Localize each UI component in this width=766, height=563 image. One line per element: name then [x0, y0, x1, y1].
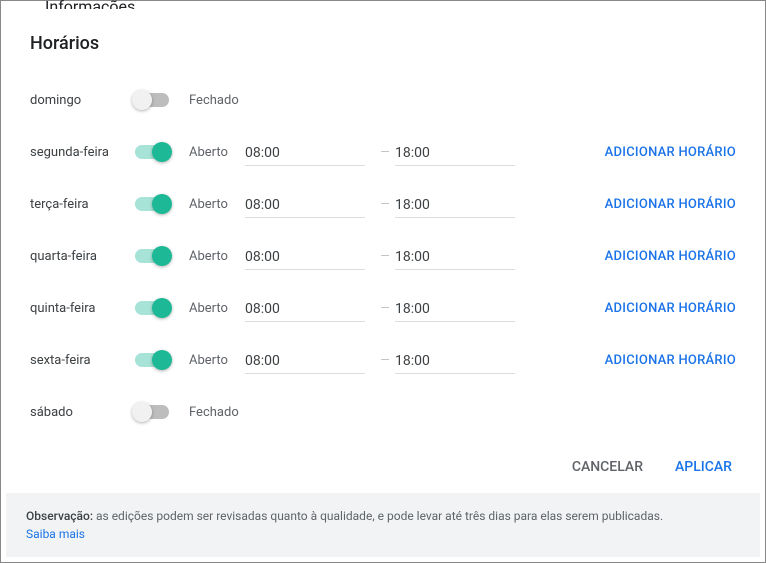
add-hours-button[interactable]: ADICIONAR HORÁRIO: [525, 301, 736, 316]
open-toggle[interactable]: [135, 301, 169, 315]
open-time-input[interactable]: [245, 243, 365, 270]
open-status-label: Aberto: [185, 249, 245, 264]
day-row: segunda-feira Aberto — ADICIONAR HORÁRIO: [30, 126, 736, 178]
open-status-label: Fechado: [185, 405, 245, 420]
day-row: quarta-feira Aberto — ADICIONAR HORÁRIO: [30, 230, 736, 282]
time-range-separator: —: [375, 301, 395, 315]
open-toggle[interactable]: [135, 93, 169, 107]
add-hours-button[interactable]: ADICIONAR HORÁRIO: [525, 197, 736, 212]
toggle-knob: [152, 194, 172, 214]
day-name: sábado: [30, 405, 135, 420]
day-name: terça-feira: [30, 197, 135, 212]
day-name: domingo: [30, 93, 135, 108]
time-range-separator: —: [375, 249, 395, 263]
day-row: sábado Fechado: [30, 386, 736, 438]
add-hours-button[interactable]: ADICIONAR HORÁRIO: [525, 145, 736, 160]
day-name: quarta-feira: [30, 249, 135, 264]
close-time-input[interactable]: [395, 139, 515, 166]
time-range-separator: —: [375, 353, 395, 367]
open-time-input[interactable]: [245, 347, 365, 374]
footer-text: as edições podem ser revisadas quanto à …: [93, 509, 663, 523]
day-row: domingo Fechado: [30, 74, 736, 126]
day-row: terça-feira Aberto — ADICIONAR HORÁRIO: [30, 178, 736, 230]
open-status-label: Aberto: [185, 301, 245, 316]
day-row: quinta-feira Aberto — ADICIONAR HORÁRIO: [30, 282, 736, 334]
open-status-label: Fechado: [185, 93, 245, 108]
close-time-input[interactable]: [395, 243, 515, 270]
footer-note: Observação: as edições podem ser revisad…: [6, 493, 760, 557]
toggle-knob: [152, 350, 172, 370]
cancel-button[interactable]: CANCELAR: [572, 459, 643, 475]
open-toggle[interactable]: [135, 405, 169, 419]
day-row: sexta-feira Aberto — ADICIONAR HORÁRIO: [30, 334, 736, 386]
open-status-label: Aberto: [185, 145, 245, 160]
open-time-input[interactable]: [245, 191, 365, 218]
close-time-input[interactable]: [395, 191, 515, 218]
open-toggle[interactable]: [135, 353, 169, 367]
learn-more-link[interactable]: Saiba mais: [26, 527, 85, 541]
toggle-knob: [152, 246, 172, 266]
time-range-separator: —: [375, 145, 395, 159]
open-toggle[interactable]: [135, 249, 169, 263]
dialog-actions: CANCELAR APLICAR: [6, 441, 760, 493]
open-time-input[interactable]: [245, 139, 365, 166]
footer-prefix: Observação:: [26, 509, 93, 523]
day-name: sexta-feira: [30, 353, 135, 368]
dialog-title: Horários: [6, 9, 760, 62]
open-toggle[interactable]: [135, 197, 169, 211]
open-status-label: Aberto: [185, 197, 245, 212]
add-hours-button[interactable]: ADICIONAR HORÁRIO: [525, 353, 736, 368]
open-status-label: Aberto: [185, 353, 245, 368]
day-name: segunda-feira: [30, 145, 135, 160]
add-hours-button[interactable]: ADICIONAR HORÁRIO: [525, 249, 736, 264]
days-list: domingo Fechado segunda-feira Aberto — ADICIO…: [6, 62, 760, 441]
toggle-knob: [132, 402, 152, 422]
time-range-separator: —: [375, 197, 395, 211]
close-time-input[interactable]: [395, 295, 515, 322]
apply-button[interactable]: APLICAR: [675, 459, 732, 475]
toggle-knob: [152, 298, 172, 318]
close-time-input[interactable]: [395, 347, 515, 374]
hours-dialog: Horários domingo Fechado segunda-feira Aber…: [6, 9, 760, 557]
day-name: quinta-feira: [30, 301, 135, 316]
toggle-knob: [132, 90, 152, 110]
open-toggle[interactable]: [135, 145, 169, 159]
open-time-input[interactable]: [245, 295, 365, 322]
toggle-knob: [152, 142, 172, 162]
